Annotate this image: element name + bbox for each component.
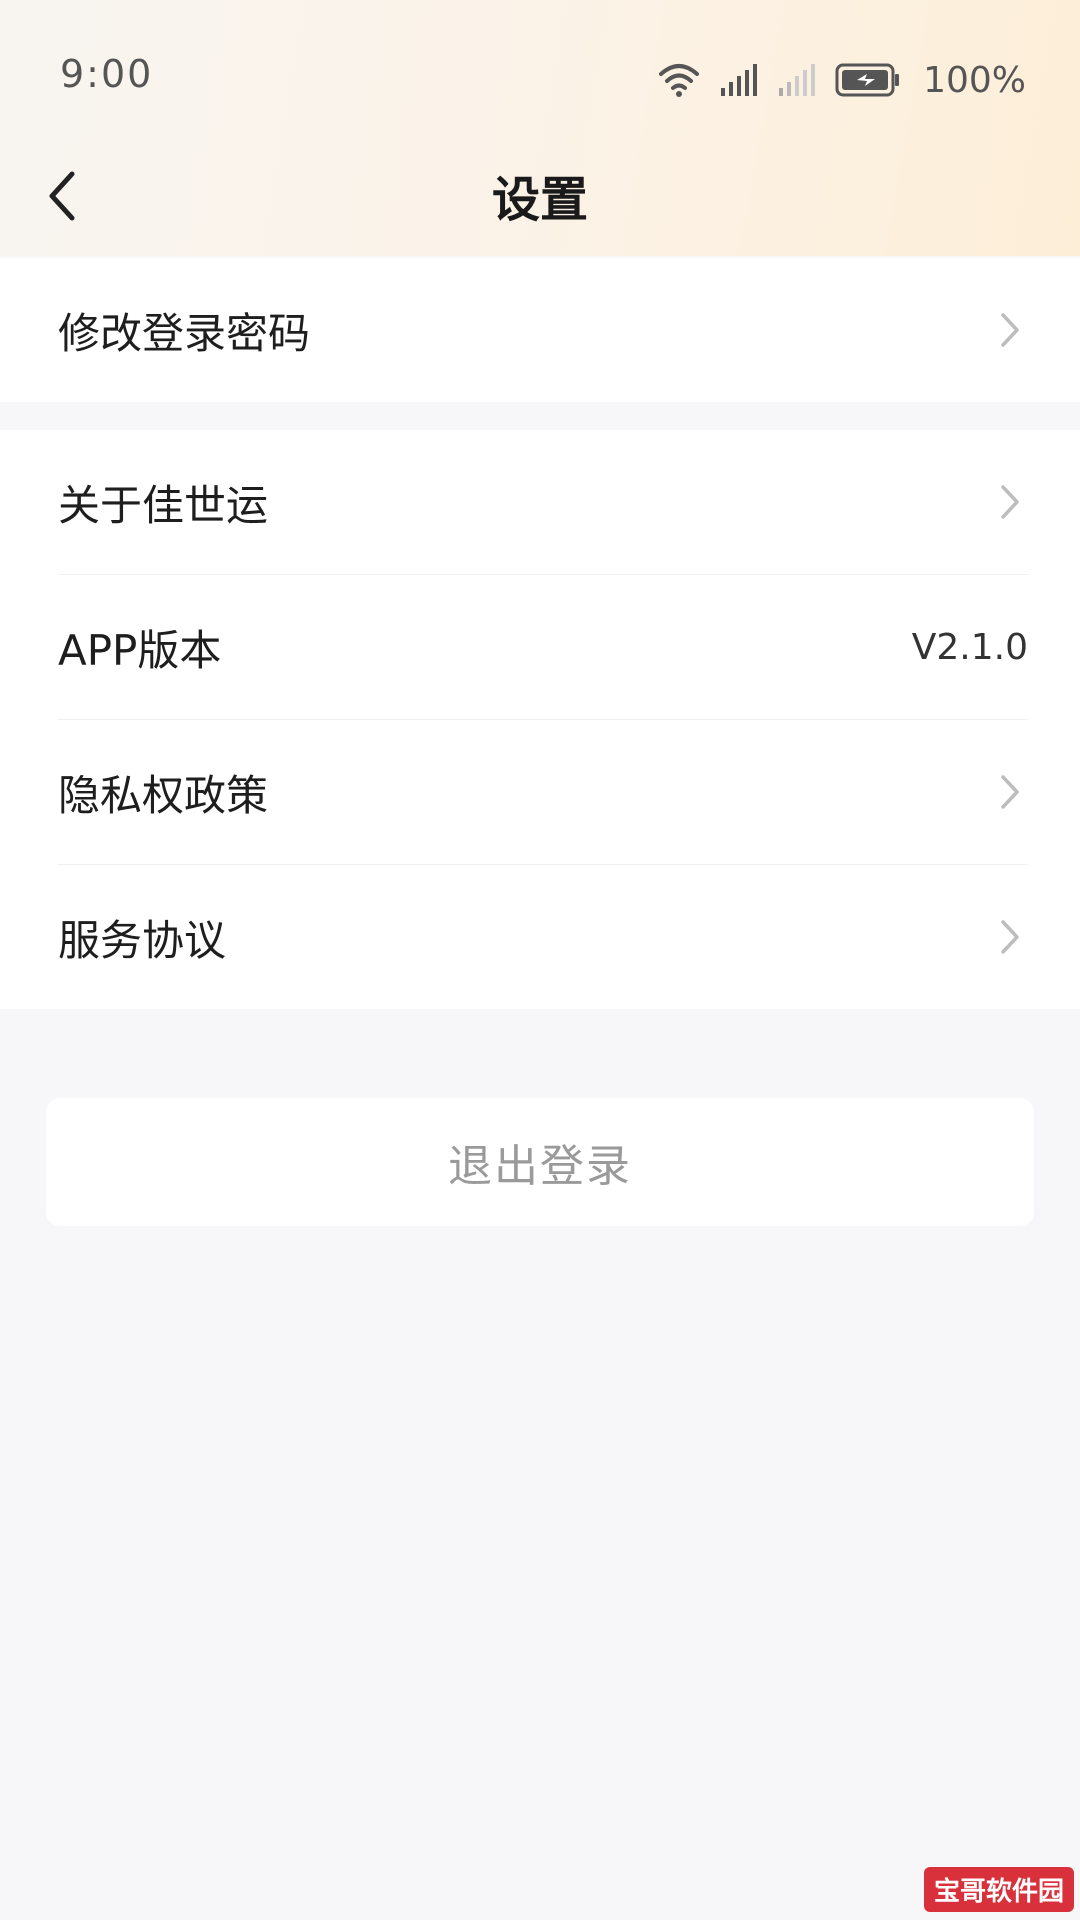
- watermark: 宝哥软件园: [923, 1867, 1074, 1912]
- nav-bar: 设置: [0, 150, 1080, 256]
- row-label: 关于佳世运: [58, 480, 269, 530]
- row-app-version: APP版本 V2.1.0: [58, 574, 1028, 719]
- signal-weak-icon: [779, 64, 816, 96]
- battery-charging-icon: [835, 63, 900, 97]
- row-label: APP版本: [58, 625, 222, 675]
- row-label: 隐私权政策: [58, 770, 269, 820]
- row-label: 修改登录密码: [58, 308, 311, 358]
- page-title: 设置: [491, 172, 588, 228]
- chevron-right-icon: [1001, 485, 1019, 519]
- chevron-right-icon: [1001, 920, 1019, 954]
- settings-group-account: 修改登录密码: [0, 258, 1080, 402]
- chevron-right-icon: [1001, 313, 1019, 347]
- signal-icon: [721, 64, 758, 96]
- wifi-icon: [659, 64, 700, 97]
- settings-group-info: 关于佳世运 APP版本 V2.1.0 隐私权政策 服务协议: [0, 430, 1080, 1009]
- row-change-password[interactable]: 修改登录密码: [58, 258, 1028, 402]
- row-service-agreement[interactable]: 服务协议: [58, 864, 1028, 1009]
- status-bar: 9:00 100%: [0, 0, 1080, 160]
- row-privacy-policy[interactable]: 隐私权政策: [58, 719, 1028, 864]
- logout-button[interactable]: 退出登录: [46, 1098, 1034, 1226]
- row-about[interactable]: 关于佳世运: [58, 430, 1028, 574]
- chevron-right-icon: [1001, 775, 1019, 809]
- status-icons: 100%: [657, 56, 1026, 104]
- battery-percentage: 100%: [923, 59, 1026, 101]
- app-version-value: V2.1.0: [911, 626, 1028, 668]
- status-time: 9:00: [60, 52, 154, 96]
- row-label: 服务协议: [58, 915, 227, 965]
